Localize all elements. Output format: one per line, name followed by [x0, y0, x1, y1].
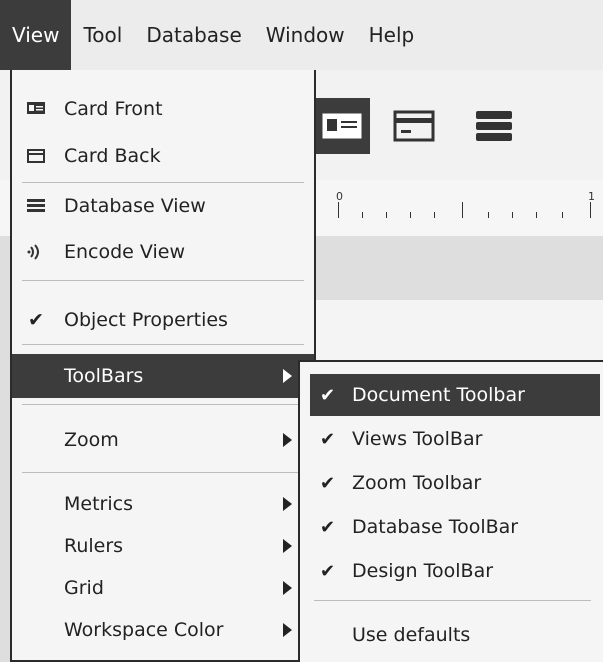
menu-separator: [22, 404, 304, 405]
submenu-arrow-icon: [283, 369, 292, 383]
menu-item-rulers[interactable]: Rulers: [12, 524, 314, 568]
menu-tool[interactable]: Tool: [71, 0, 134, 70]
card-back-view-button[interactable]: [386, 98, 442, 154]
menu-item-zoom[interactable]: Zoom: [12, 418, 314, 462]
checkmark-icon: ✔: [320, 472, 336, 494]
view-menu-dropdown: Card Front Card Back Database View Encod…: [10, 70, 316, 662]
menu-separator: [314, 600, 591, 601]
menu-view[interactable]: View: [0, 0, 72, 70]
submenu-item-zoom-toolbar[interactable]: ✔ Zoom Toolbar: [310, 462, 600, 504]
menu-item-database-view[interactable]: Database View: [12, 184, 314, 228]
menu-help[interactable]: Help: [357, 0, 427, 70]
menu-separator: [22, 182, 304, 183]
checkmark-icon: ✔: [320, 516, 336, 538]
submenu-arrow-icon: [283, 581, 292, 595]
checkmark-icon: ✔: [320, 560, 336, 582]
menu-separator: [22, 472, 304, 473]
card-front-icon: [322, 113, 362, 139]
menu-item-workspace-color[interactable]: Workspace Color: [12, 608, 314, 652]
menu-item-object-properties[interactable]: ✔ Object Properties: [12, 298, 314, 342]
toolbars-submenu: ✔ Document Toolbar ✔ Views ToolBar ✔ Zoo…: [298, 360, 603, 662]
submenu-item-document-toolbar[interactable]: ✔ Document Toolbar: [310, 374, 600, 416]
menu-separator: [22, 280, 304, 281]
card-front-view-button[interactable]: [314, 98, 370, 154]
checkmark-icon: ✔: [320, 428, 336, 450]
menu-bar: View Tool Database Window Help: [0, 0, 603, 70]
submenu-item-use-defaults[interactable]: Use defaults: [310, 614, 600, 656]
submenu-item-design-toolbar[interactable]: ✔ Design ToolBar: [310, 550, 600, 592]
menu-database[interactable]: Database: [134, 0, 253, 70]
database-view-icon: [476, 111, 512, 141]
menu-item-metrics[interactable]: Metrics: [12, 482, 314, 526]
submenu-arrow-icon: [283, 497, 292, 511]
encode-view-icon: [26, 242, 46, 262]
menu-window[interactable]: Window: [254, 0, 357, 70]
submenu-item-views-toolbar[interactable]: ✔ Views ToolBar: [310, 418, 600, 460]
database-view-icon: [26, 196, 46, 216]
submenu-arrow-icon: [283, 433, 292, 447]
database-view-button[interactable]: [466, 98, 522, 154]
submenu-arrow-icon: [283, 623, 292, 637]
menu-separator: [22, 344, 304, 345]
checkmark-icon: ✔: [28, 309, 44, 331]
submenu-arrow-icon: [283, 539, 292, 553]
submenu-item-database-toolbar[interactable]: ✔ Database ToolBar: [310, 506, 600, 548]
menu-item-card-back[interactable]: Card Back: [12, 134, 314, 178]
menu-item-grid[interactable]: Grid: [12, 566, 314, 610]
menu-item-encode-view[interactable]: Encode View: [12, 230, 314, 274]
checkmark-icon: ✔: [320, 384, 336, 406]
card-back-icon: [393, 110, 435, 142]
card-front-icon: [26, 98, 46, 118]
menu-item-toolbars[interactable]: ToolBars: [12, 354, 314, 398]
card-back-icon: [26, 146, 46, 166]
menu-item-card-front[interactable]: Card Front: [12, 86, 314, 130]
